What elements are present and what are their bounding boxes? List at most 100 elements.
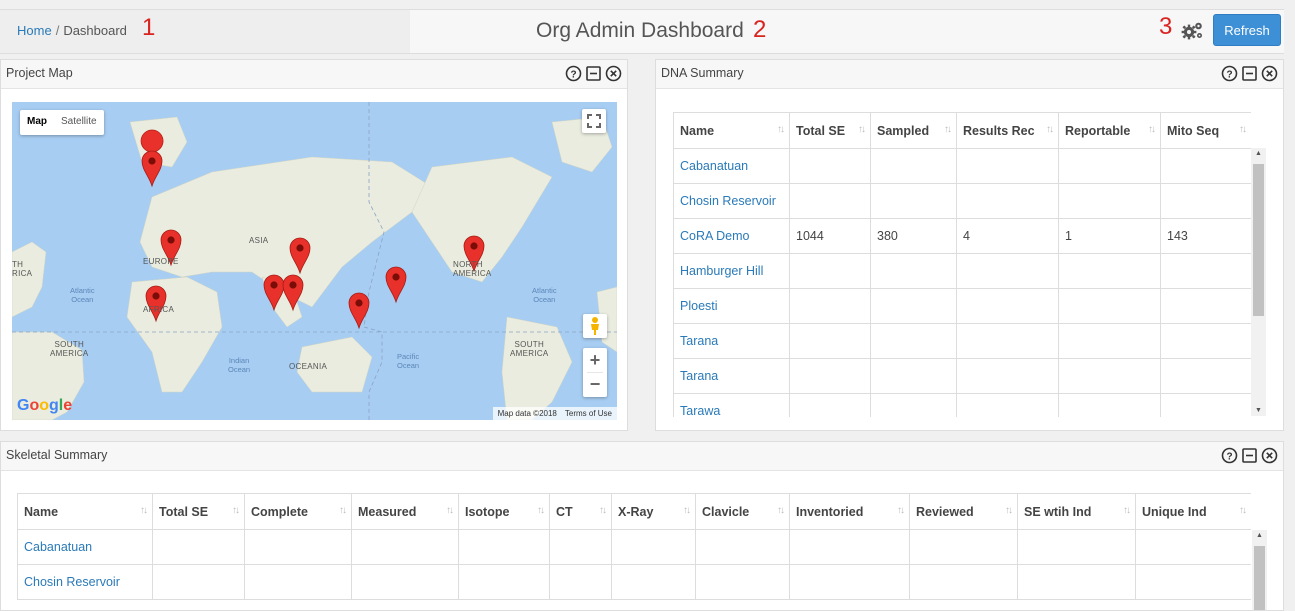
zoom-in-button[interactable]: +: [583, 348, 607, 372]
project-name-link[interactable]: Chosin Reservoir: [680, 194, 776, 208]
project-name-link[interactable]: Tarawa: [680, 404, 720, 417]
sort-icon[interactable]: ↑↓: [777, 505, 785, 516]
panel-header: Skeletal Summary ?: [1, 442, 1283, 471]
sort-icon[interactable]: ↑↓: [537, 505, 545, 516]
column-header[interactable]: X-Ray ↑↓: [611, 493, 696, 530]
skeletal-table-scrollbar[interactable]: ▲: [1252, 530, 1267, 610]
table-cell: [789, 564, 910, 600]
sort-icon[interactable]: ↑↓: [1148, 124, 1156, 135]
sort-icon[interactable]: ↑↓: [897, 505, 905, 516]
column-header[interactable]: Sampled ↑↓: [870, 112, 957, 149]
sort-icon[interactable]: ↑↓: [1005, 505, 1013, 516]
help-icon[interactable]: ?: [1221, 65, 1238, 82]
help-icon[interactable]: ?: [1221, 447, 1238, 464]
column-header[interactable]: Reviewed ↑↓: [909, 493, 1018, 530]
column-header-label: SE wtih Ind: [1024, 504, 1092, 519]
project-name-link[interactable]: Cabanatuan: [680, 159, 748, 173]
column-header[interactable]: Complete ↑↓: [244, 493, 352, 530]
scroll-up-arrow-icon[interactable]: ▲: [1251, 150, 1266, 157]
sort-icon[interactable]: ↑↓: [140, 505, 148, 516]
column-header[interactable]: Name ↑↓: [673, 112, 790, 149]
terms-of-use-link[interactable]: Terms of Use: [565, 409, 612, 418]
gears-icon[interactable]: [1180, 20, 1204, 42]
breadcrumb-home-link[interactable]: Home: [17, 23, 52, 38]
project-name-link[interactable]: CoRA Demo: [680, 229, 749, 243]
ocean-label-pacific: Pacific Ocean: [397, 352, 420, 370]
map-type-map-button[interactable]: Map: [20, 110, 54, 135]
scrollbar-thumb[interactable]: [1254, 546, 1265, 610]
sort-icon[interactable]: ↑↓: [683, 505, 691, 516]
svg-text:?: ?: [1226, 70, 1232, 81]
refresh-button[interactable]: Refresh: [1213, 14, 1281, 46]
panel-title: Skeletal Summary: [6, 448, 108, 462]
table-cell: [789, 529, 910, 565]
column-header[interactable]: Clavicle ↑↓: [695, 493, 790, 530]
fullscreen-icon[interactable]: [582, 109, 606, 133]
map-type-satellite-button[interactable]: Satellite: [54, 110, 104, 135]
sort-icon[interactable]: ↑↓: [1239, 124, 1247, 135]
minimize-icon[interactable]: [1241, 447, 1258, 464]
column-header[interactable]: Mito Seq ↑↓: [1160, 112, 1251, 149]
close-icon[interactable]: [1261, 447, 1278, 464]
map-label-south-america-right: SOUTH AMERICA: [510, 340, 549, 358]
project-name-link[interactable]: Ploesti: [680, 299, 718, 313]
sort-icon[interactable]: ↑↓: [858, 124, 866, 135]
column-header[interactable]: Total SE ↑↓: [152, 493, 245, 530]
project-name-link[interactable]: Tarana: [680, 334, 718, 348]
map-pin-icon[interactable]: [141, 150, 163, 188]
table-cell: [152, 564, 245, 600]
map-pin-icon[interactable]: [145, 285, 167, 323]
table-row: Chosin Reservoir: [17, 564, 1251, 600]
help-icon[interactable]: ?: [565, 65, 582, 82]
column-header[interactable]: Name ↑↓: [17, 493, 153, 530]
column-header[interactable]: Total SE ↑↓: [789, 112, 871, 149]
street-view-pegman-icon[interactable]: [583, 314, 607, 338]
sort-icon[interactable]: ↑↓: [1239, 505, 1247, 516]
column-header[interactable]: Reportable ↑↓: [1058, 112, 1161, 149]
column-header[interactable]: Results Rec ↑↓: [956, 112, 1059, 149]
sort-icon[interactable]: ↑↓: [446, 505, 454, 516]
scroll-up-arrow-icon[interactable]: ▲: [1252, 532, 1267, 539]
map-label-south-america-left: SOUTH AMERICA: [50, 340, 89, 358]
dna-table-scrollbar[interactable]: ▲ ▼: [1251, 148, 1266, 416]
world-map-graphic: [12, 102, 617, 420]
zoom-out-button[interactable]: −: [583, 373, 607, 397]
column-header[interactable]: Measured ↑↓: [351, 493, 459, 530]
map-pin-icon[interactable]: [282, 274, 304, 312]
table-cell: [549, 564, 612, 600]
map-pin-icon[interactable]: [348, 292, 370, 330]
table-row: Cabanatuan: [673, 148, 1251, 184]
close-icon[interactable]: [1261, 65, 1278, 82]
table-row: Hamburger Hill: [673, 253, 1251, 289]
sort-icon[interactable]: ↑↓: [777, 124, 785, 135]
map-pin-icon[interactable]: [385, 266, 407, 304]
skeletal-summary-table: Name ↑↓ Total SE ↑↓ Complete ↑↓ Measured ↑↓ Isot…: [17, 493, 1251, 600]
scroll-down-arrow-icon[interactable]: ▼: [1251, 407, 1266, 414]
minimize-icon[interactable]: [1241, 65, 1258, 82]
map-pin-icon[interactable]: [289, 237, 311, 275]
map-label-asia: ASIA: [249, 236, 269, 245]
table-cell: [789, 183, 871, 219]
column-header[interactable]: CT ↑↓: [549, 493, 612, 530]
dna-summary-table: Name ↑↓ Total SE ↑↓ Sampled ↑↓ Results Rec ↑↓ Re…: [673, 112, 1251, 417]
column-header[interactable]: Isotope ↑↓: [458, 493, 550, 530]
project-name-link[interactable]: Chosin Reservoir: [24, 575, 120, 589]
minimize-icon[interactable]: [585, 65, 602, 82]
sort-icon[interactable]: ↑↓: [339, 505, 347, 516]
sort-icon[interactable]: ↑↓: [1046, 124, 1054, 135]
project-name-link[interactable]: Hamburger Hill: [680, 264, 763, 278]
scrollbar-thumb[interactable]: [1253, 164, 1264, 316]
svg-text:?: ?: [570, 70, 576, 81]
sort-icon[interactable]: ↑↓: [1123, 505, 1131, 516]
close-icon[interactable]: [605, 65, 622, 82]
column-header[interactable]: SE wtih Ind ↑↓: [1017, 493, 1136, 530]
sort-icon[interactable]: ↑↓: [944, 124, 952, 135]
sort-icon[interactable]: ↑↓: [232, 505, 240, 516]
project-name-link[interactable]: Tarana: [680, 369, 718, 383]
sort-icon[interactable]: ↑↓: [599, 505, 607, 516]
project-map[interactable]: ASIA EUROPE AFRICA NORTH AMERICA TH RICA…: [12, 102, 617, 420]
column-header[interactable]: Inventoried ↑↓: [789, 493, 910, 530]
project-name-link[interactable]: Cabanatuan: [24, 540, 92, 554]
column-header[interactable]: Unique Ind ↑↓: [1135, 493, 1251, 530]
column-header-label: Reportable: [1065, 123, 1131, 138]
